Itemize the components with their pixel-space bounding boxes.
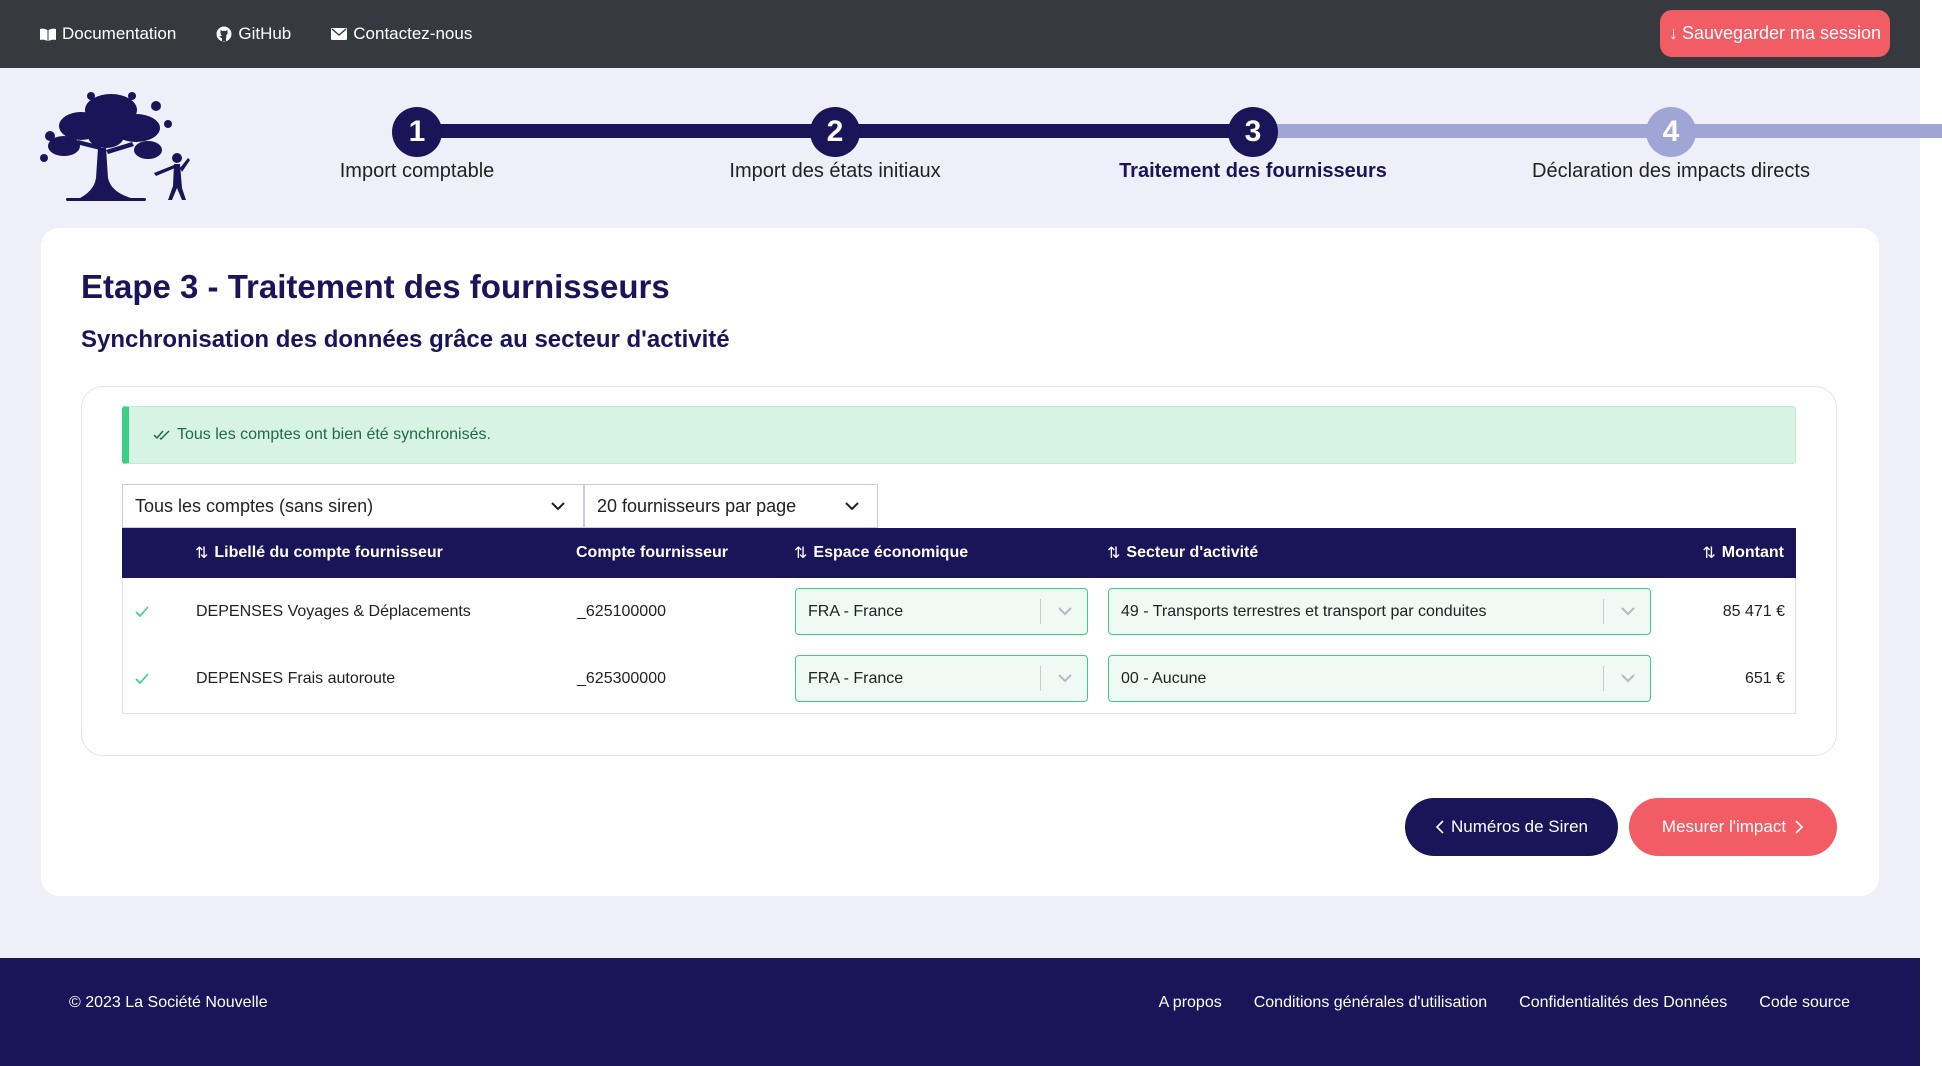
account-filter-select[interactable]: Tous les comptes (sans siren)	[122, 484, 584, 528]
activity-sector-select[interactable]: 00 - Aucune	[1108, 655, 1651, 702]
sort-icon: ⇅	[1702, 545, 1716, 562]
activity-sector-value: 49 - Transports terrestres et transport …	[1121, 602, 1487, 620]
select-separator	[1603, 666, 1604, 691]
economic-area-value: FRA - France	[808, 669, 904, 687]
select-separator	[1603, 599, 1604, 624]
row-label: DEPENSES Frais autoroute	[196, 669, 396, 687]
activity-sector-value: 00 - Aucune	[1121, 669, 1207, 687]
table-header: ⇅ Libellé du compte fournisseur Compte f…	[122, 528, 1796, 578]
step-3-circle[interactable]: 3	[1228, 107, 1278, 157]
chevron-down-icon	[845, 502, 859, 511]
header-amount[interactable]: ⇅ Montant	[1702, 528, 1784, 578]
check-icon	[135, 673, 149, 684]
contact-link[interactable]: Contactez-nous	[331, 24, 472, 44]
arrow-down-icon: ↓	[1668, 23, 1678, 43]
step-1-label: Import comptable	[339, 160, 495, 182]
activity-sector-select[interactable]: 49 - Transports terrestres et transport …	[1108, 588, 1651, 635]
documentation-label: Documentation	[62, 24, 177, 43]
chevron-down-icon	[551, 502, 565, 511]
header-label-text: Libellé du compte fournisseur	[214, 544, 443, 561]
envelope-icon	[331, 28, 348, 40]
row-amount: 651 €	[1744, 669, 1785, 687]
footer-links: A propos Conditions générales d'utilisat…	[1127, 994, 1850, 1012]
next-step-label: Mesurer l'impact	[1661, 817, 1787, 836]
step-4-number: 4	[1662, 115, 1680, 148]
page-subtitle: Synchronisation des données grâce au sec…	[81, 326, 730, 353]
github-icon	[216, 26, 232, 42]
github-link[interactable]: GitHub	[216, 24, 291, 44]
step-3-number: 3	[1244, 115, 1262, 148]
step-4-label: Déclaration des impacts directs	[1532, 160, 1810, 182]
github-label: GitHub	[238, 24, 292, 43]
economic-area-select[interactable]: FRA - France	[795, 588, 1088, 635]
header-area[interactable]: ⇅ Espace économique	[794, 528, 968, 578]
chevron-down-icon	[1621, 674, 1635, 683]
row-account: _625100000	[577, 602, 666, 620]
select-separator	[1040, 666, 1041, 691]
step-2-label: Import des états initiaux	[729, 160, 941, 182]
chevron-down-icon	[1058, 607, 1072, 616]
economic-area-value: FRA - France	[808, 602, 904, 620]
table-row: DEPENSES Voyages & Déplacements _6251000…	[123, 578, 1795, 645]
select-separator	[1040, 599, 1041, 624]
step-1-circle[interactable]: 1	[392, 107, 442, 157]
footer-link-about[interactable]: A propos	[1159, 994, 1222, 1012]
step-1-number: 1	[408, 115, 426, 148]
step-3-label: Traitement des fournisseurs	[1119, 160, 1387, 182]
per-page-select[interactable]: 20 fournisseurs par page	[584, 484, 878, 528]
stepper-track-todo	[1253, 124, 1942, 138]
page-title: Etape 3 - Traitement des fournisseurs	[81, 268, 670, 305]
economic-area-select[interactable]: FRA - France	[795, 655, 1088, 702]
step-2-number: 2	[826, 115, 844, 148]
header-sector-text: Secteur d'activité	[1126, 544, 1259, 561]
alert-text: Tous les comptes ont bien été synchronis…	[177, 426, 491, 443]
right-gutter	[1920, 0, 1942, 1066]
chevron-down-icon	[1058, 674, 1072, 683]
sort-icon: ⇅	[1107, 545, 1121, 562]
sync-success-alert: Tous les comptes ont bien été synchronis…	[122, 406, 1796, 464]
header-area-text: Espace économique	[813, 544, 969, 561]
sort-icon: ⇅	[195, 545, 209, 562]
tree-logo-icon	[40, 92, 190, 201]
per-page-value: 20 fournisseurs par page	[597, 495, 797, 516]
save-session-button[interactable]: ↓ Sauvegarder ma session	[1660, 10, 1890, 57]
check-icon	[135, 606, 149, 617]
chevron-down-icon	[1621, 607, 1635, 616]
footer-link-terms[interactable]: Conditions générales d'utilisation	[1254, 994, 1487, 1012]
sort-icon: ⇅	[794, 545, 808, 562]
footer-copyright: © 2023 La Société Nouvelle	[69, 994, 268, 1011]
previous-step-button[interactable]: Numéros de Siren	[1405, 798, 1618, 856]
row-status	[135, 645, 149, 712]
header-label[interactable]: ⇅ Libellé du compte fournisseur	[195, 528, 443, 578]
row-label: DEPENSES Voyages & Déplacements	[196, 602, 471, 620]
documentation-link[interactable]: Documentation	[40, 24, 176, 44]
contact-label: Contactez-nous	[353, 24, 473, 43]
account-filter-value: Tous les comptes (sans siren)	[135, 495, 374, 516]
chevron-left-icon	[1435, 820, 1444, 834]
book-icon	[40, 28, 56, 41]
top-navbar: Documentation GitHub Contactez-nous ↓ Sa…	[0, 0, 1920, 68]
footer: © 2023 La Société Nouvelle A propos Cond…	[0, 958, 1920, 1066]
save-session-label: Sauvegarder ma session	[1681, 23, 1882, 43]
chevron-right-icon	[1795, 820, 1804, 834]
step-4-circle[interactable]: 4	[1646, 107, 1696, 157]
row-status	[135, 578, 149, 645]
next-step-button[interactable]: Mesurer l'impact	[1629, 798, 1837, 856]
row-account: _625300000	[577, 669, 666, 687]
header-account-text: Compte fournisseur	[576, 544, 729, 561]
footer-link-source[interactable]: Code source	[1759, 994, 1850, 1012]
previous-step-label: Numéros de Siren	[1450, 817, 1588, 836]
header-account: Compte fournisseur	[576, 528, 728, 578]
header-sector[interactable]: ⇅ Secteur d'activité	[1107, 528, 1258, 578]
row-amount: 85 471 €	[1722, 602, 1785, 620]
header-amount-text: Montant	[1721, 544, 1784, 561]
step-2-circle[interactable]: 2	[810, 107, 860, 157]
footer-link-privacy[interactable]: Confidentialités des Données	[1519, 994, 1727, 1012]
table-body: DEPENSES Voyages & Déplacements _6251000…	[122, 578, 1796, 714]
double-check-icon	[153, 430, 170, 441]
table-row: DEPENSES Frais autoroute _625300000 FRA …	[123, 645, 1795, 712]
